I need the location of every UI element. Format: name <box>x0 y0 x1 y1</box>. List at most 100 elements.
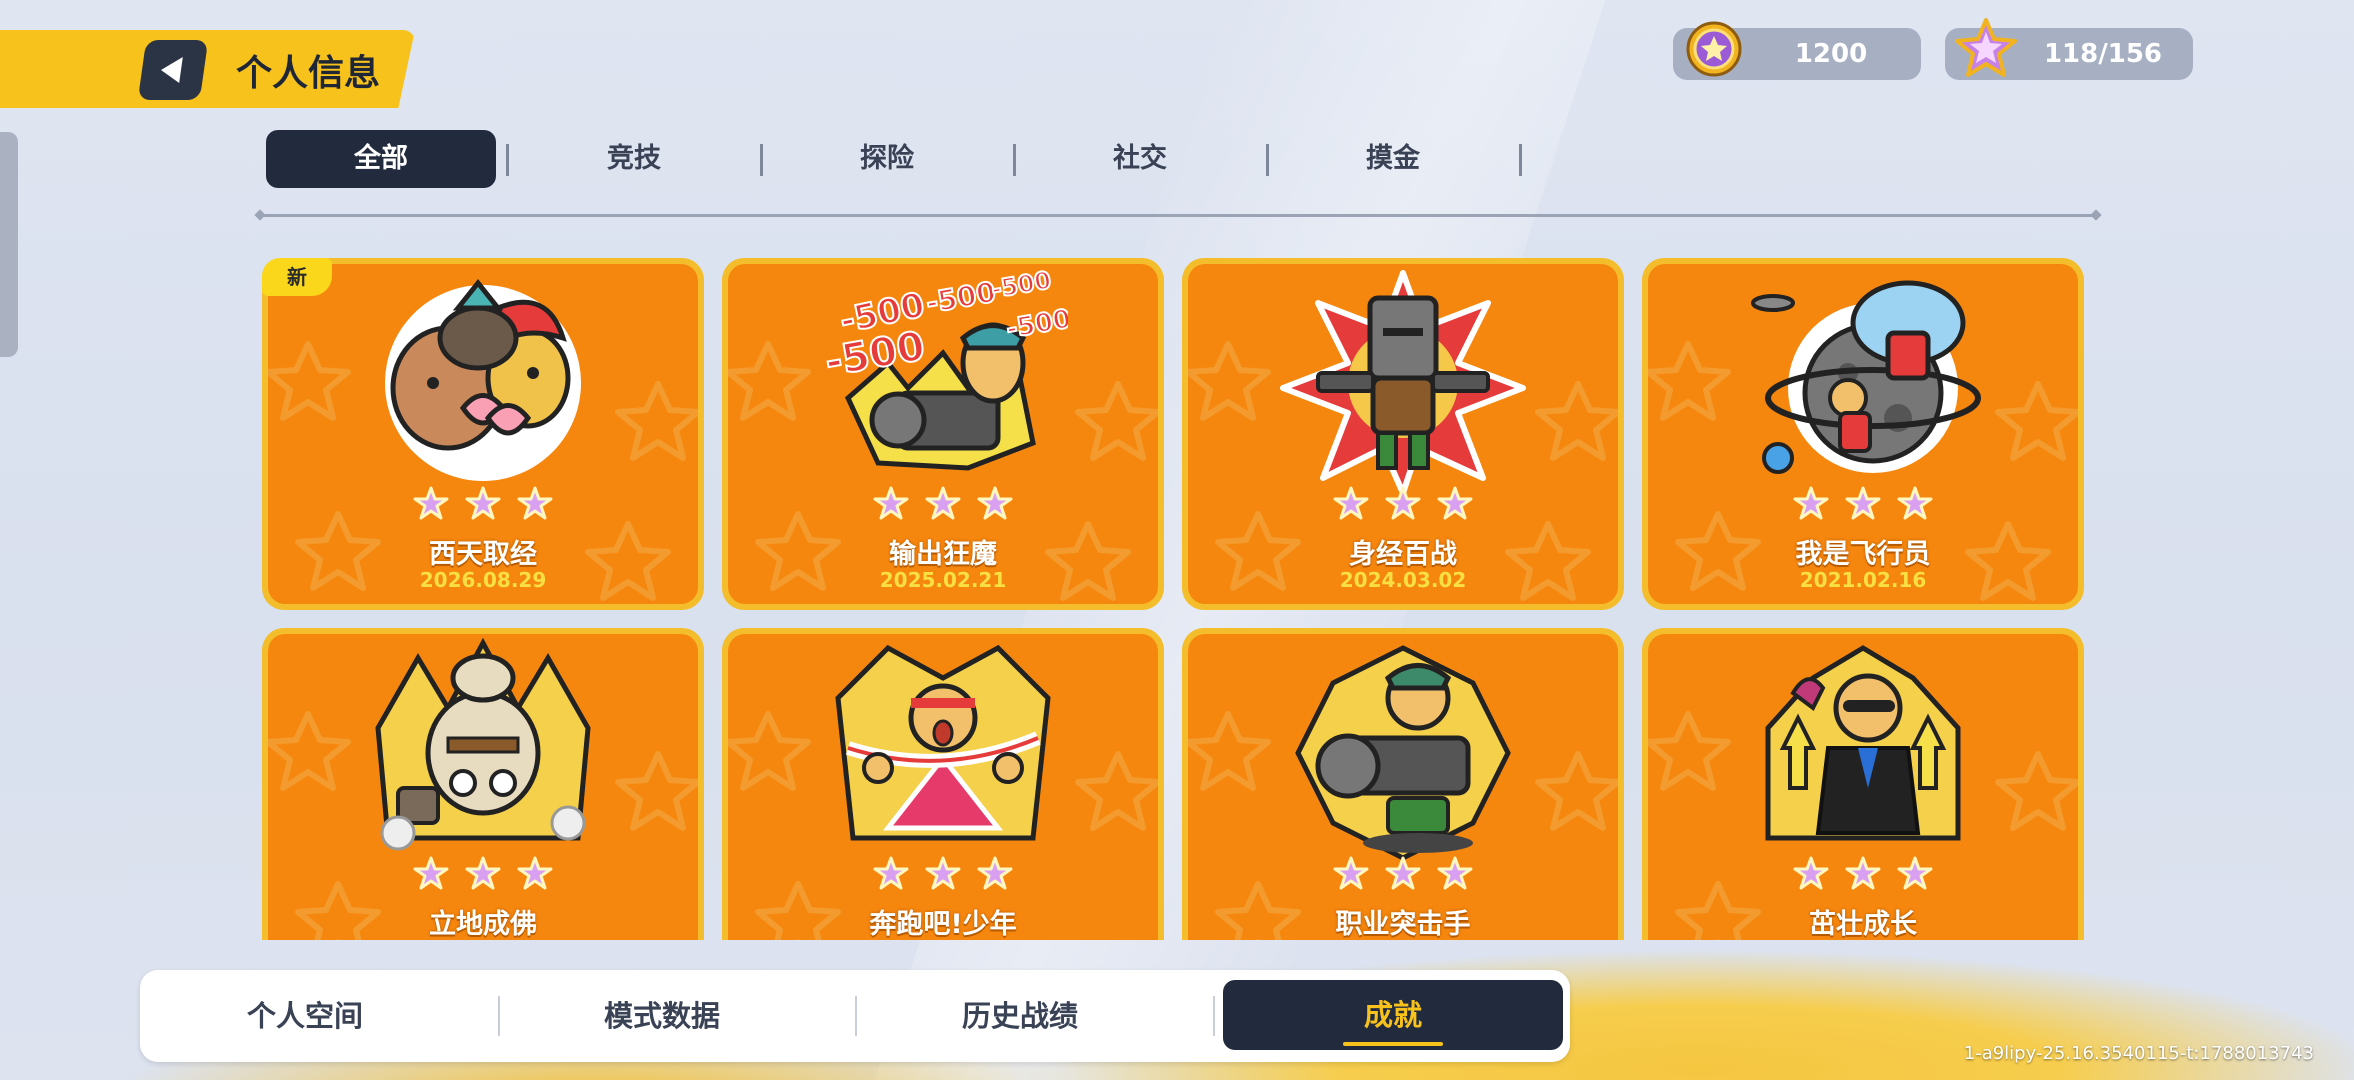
astronaut-planet-icon <box>1751 280 1981 474</box>
star-value: 118/156 <box>2043 39 2163 69</box>
star-currency-icon <box>1955 18 2017 77</box>
star-rating <box>268 486 698 522</box>
rating-star-icon <box>517 486 553 520</box>
damage-number: -500 <box>822 323 929 386</box>
rating-star-icon <box>1385 856 1421 890</box>
tab-divider <box>1519 144 1522 176</box>
tab-divider <box>1013 144 1016 176</box>
rating-star-icon <box>413 856 449 890</box>
achievement-card[interactable]: 职业突击手 <box>1182 628 1624 940</box>
card-body: 茁壮成长 <box>1648 634 2078 940</box>
achievement-date: 2021.02.16 <box>1799 568 1927 592</box>
build-id-label: 1-a9lipy-25.16.3540115-t:1788013743 <box>1963 1043 2314 1064</box>
nav-achievements[interactable]: 成就 <box>1223 980 1563 1050</box>
rating-star-icon <box>465 486 501 520</box>
rating-star-icon <box>1845 486 1881 520</box>
star-rating <box>268 856 698 892</box>
tab-treasure[interactable]: 摸金 <box>1278 130 1508 188</box>
tab-social[interactable]: 社交 <box>1025 130 1255 188</box>
side-drawer-handle[interactable] <box>0 132 18 357</box>
rating-star-icon <box>1897 856 1933 890</box>
rating-star-icon <box>1333 486 1369 520</box>
nav-match-history[interactable]: 历史战绩 <box>855 970 1185 1062</box>
damage-number: -500 <box>1004 304 1068 345</box>
star-rating <box>1648 486 2078 522</box>
tab-divider <box>760 144 763 176</box>
achievement-name: 立地成佛 <box>429 909 537 940</box>
rating-star-icon <box>1385 486 1421 520</box>
achievement-name: 奔跑吧!少年 <box>869 909 1017 940</box>
rating-star-icon <box>413 486 449 520</box>
page-title: 个人信息 <box>236 53 381 94</box>
achievement-name: 西天取经 <box>429 539 537 570</box>
tab-adventure[interactable]: 探险 <box>772 130 1002 188</box>
achievement-grid: 西天取经 2026.08.29 新 -500 -500 -500 -500 -5… <box>262 258 2086 940</box>
achievement-name: 我是飞行员 <box>1795 539 1931 570</box>
rating-star-icon <box>1437 486 1473 520</box>
card-body: 西天取经 2026.08.29 <box>268 264 698 604</box>
star-counter[interactable]: 118/156 <box>1945 18 2193 80</box>
rating-star-icon <box>873 486 909 520</box>
achievement-card[interactable]: 西天取经 2026.08.29 新 <box>262 258 704 610</box>
achievement-name: 输出狂魔 <box>889 539 997 570</box>
card-body: 职业突击手 <box>1188 634 1618 940</box>
nav-divider <box>1213 996 1215 1036</box>
coin-icon <box>1686 21 1742 77</box>
rating-star-icon <box>925 856 961 890</box>
rating-star-icon <box>977 856 1013 890</box>
rating-star-icon <box>465 856 501 890</box>
rating-star-icon <box>1845 856 1881 890</box>
tab-divider <box>1266 144 1269 176</box>
nav-personal-space[interactable]: 个人空间 <box>140 970 470 1062</box>
star-rating <box>728 856 1158 892</box>
card-body: 立地成佛 <box>268 634 698 940</box>
gatling-damage-icon: -500 -500 -500 -500 -500 <box>821 268 1068 471</box>
card-body: 我是飞行员 2021.02.16 <box>1648 264 2078 604</box>
new-badge: 新 <box>262 258 332 296</box>
star-rating <box>1188 856 1618 892</box>
card-body: 身经百战 2024.03.02 <box>1188 264 1618 604</box>
achievement-card[interactable]: 立地成佛 <box>262 628 704 940</box>
achievement-name: 身经百战 <box>1349 539 1457 570</box>
star-rating <box>1188 486 1618 522</box>
achievement-name: 职业突击手 <box>1335 909 1471 940</box>
rating-star-icon <box>873 856 909 890</box>
achievement-card[interactable]: 奔跑吧!少年 <box>722 628 1164 940</box>
tabs-divider-line <box>260 214 2096 217</box>
runner-finish-icon <box>835 644 1051 841</box>
star-rating <box>1648 856 2078 892</box>
rating-star-icon <box>517 856 553 890</box>
nav-mode-data[interactable]: 模式数据 <box>497 970 827 1062</box>
achievement-card[interactable]: -500 -500 -500 -500 -500 输出狂魔 2025.02.21 <box>722 258 1164 610</box>
achievement-card[interactable]: 我是飞行员 2021.02.16 <box>1642 258 2084 610</box>
bottom-nav: 个人空间 模式数据 历史战绩 成就 <box>140 970 1570 1062</box>
achievement-card[interactable]: 身经百战 2024.03.02 <box>1182 258 1624 610</box>
achievement-name: 茁壮成长 <box>1809 909 1917 940</box>
category-tabs: 全部 竞技 探险 社交 摸金 <box>266 130 1526 190</box>
back-button[interactable] <box>137 40 209 100</box>
tab-divider <box>506 144 509 176</box>
achievement-date: 2024.03.02 <box>1339 568 1467 592</box>
coin-counter[interactable]: 1200 <box>1673 21 1921 80</box>
tab-all[interactable]: 全部 <box>266 130 496 188</box>
rating-star-icon <box>1793 856 1829 890</box>
growing-tuxedo-icon <box>1765 645 1961 841</box>
damage-number: -500 <box>989 268 1053 304</box>
bucket-warrior-icon <box>1280 270 1526 496</box>
achievement-card[interactable]: 茁壮成长 <box>1642 628 2084 940</box>
rating-star-icon <box>925 486 961 520</box>
rating-star-icon <box>1793 486 1829 520</box>
rating-star-icon <box>1437 856 1473 890</box>
rating-star-icon <box>977 486 1013 520</box>
tab-competitive[interactable]: 竞技 <box>519 130 749 188</box>
robot-buddha-icon <box>375 638 591 851</box>
rating-star-icon <box>1333 856 1369 890</box>
pilgrim-team-icon <box>385 278 581 481</box>
coin-value: 1200 <box>1794 39 1868 69</box>
star-rating <box>728 486 1158 522</box>
assault-gunner-icon <box>1295 645 1511 861</box>
card-body: 奔跑吧!少年 <box>728 634 1158 940</box>
achievement-date: 2025.02.21 <box>879 568 1007 592</box>
damage-number: -500 <box>923 275 998 320</box>
achievement-date: 2026.08.29 <box>419 568 547 592</box>
